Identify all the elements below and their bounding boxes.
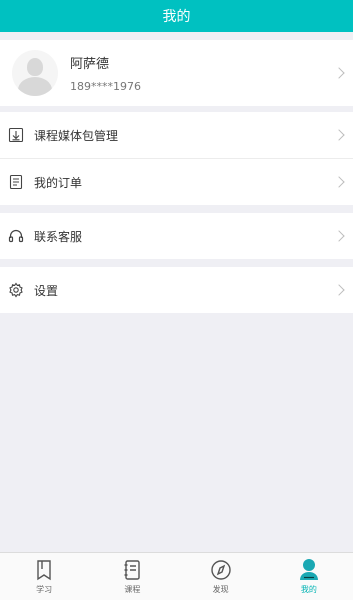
nav-label: 发现 xyxy=(212,585,229,594)
bottom-nav: 学习 课程 发现 我的 xyxy=(0,552,353,600)
profile-icon xyxy=(298,558,320,582)
menu-item-label: 设置 xyxy=(34,283,59,298)
menu-item-media[interactable]: 课程媒体包管理 xyxy=(0,112,353,158)
gear-icon xyxy=(8,282,24,298)
menu-item-label: 联系客服 xyxy=(34,229,83,244)
header-bar: 我的 xyxy=(0,0,353,32)
profile-name: 阿萨德 xyxy=(70,57,110,72)
spacer xyxy=(0,32,353,40)
nav-label: 我的 xyxy=(300,585,317,594)
menu-item-label: 课程媒体包管理 xyxy=(34,128,119,143)
nav-label: 学习 xyxy=(36,585,53,594)
spacer xyxy=(0,259,353,267)
discover-icon xyxy=(210,558,232,582)
nav-item-discover[interactable]: 发现 xyxy=(177,553,265,600)
profile-card[interactable]: 阿萨德 189****1976 xyxy=(0,40,353,106)
course-icon xyxy=(121,558,143,582)
page-title: 我的 xyxy=(162,9,191,25)
menu-item-service[interactable]: 联系客服 xyxy=(0,213,353,259)
menu-item-orders[interactable]: 我的订单 xyxy=(0,159,353,205)
nav-label: 课程 xyxy=(124,585,141,594)
order-list-icon xyxy=(8,174,24,190)
menu-item-label: 我的订单 xyxy=(34,175,83,190)
nav-item-profile[interactable]: 我的 xyxy=(265,553,353,600)
profile-phone: 189****1976 xyxy=(70,80,141,93)
chevron-right-icon xyxy=(333,230,345,242)
download-icon xyxy=(8,127,24,143)
study-icon xyxy=(33,558,55,582)
avatar xyxy=(12,50,58,96)
chevron-right-icon xyxy=(333,176,345,188)
spacer xyxy=(0,205,353,213)
headset-icon xyxy=(8,228,24,244)
menu-item-settings[interactable]: 设置 xyxy=(0,267,353,313)
chevron-right-icon xyxy=(333,129,345,141)
profile-info: 阿萨德 189****1976 xyxy=(70,53,141,93)
nav-item-study[interactable]: 学习 xyxy=(0,553,88,600)
chevron-right-icon xyxy=(333,67,345,79)
chevron-right-icon xyxy=(333,284,345,296)
nav-item-course[interactable]: 课程 xyxy=(88,553,176,600)
